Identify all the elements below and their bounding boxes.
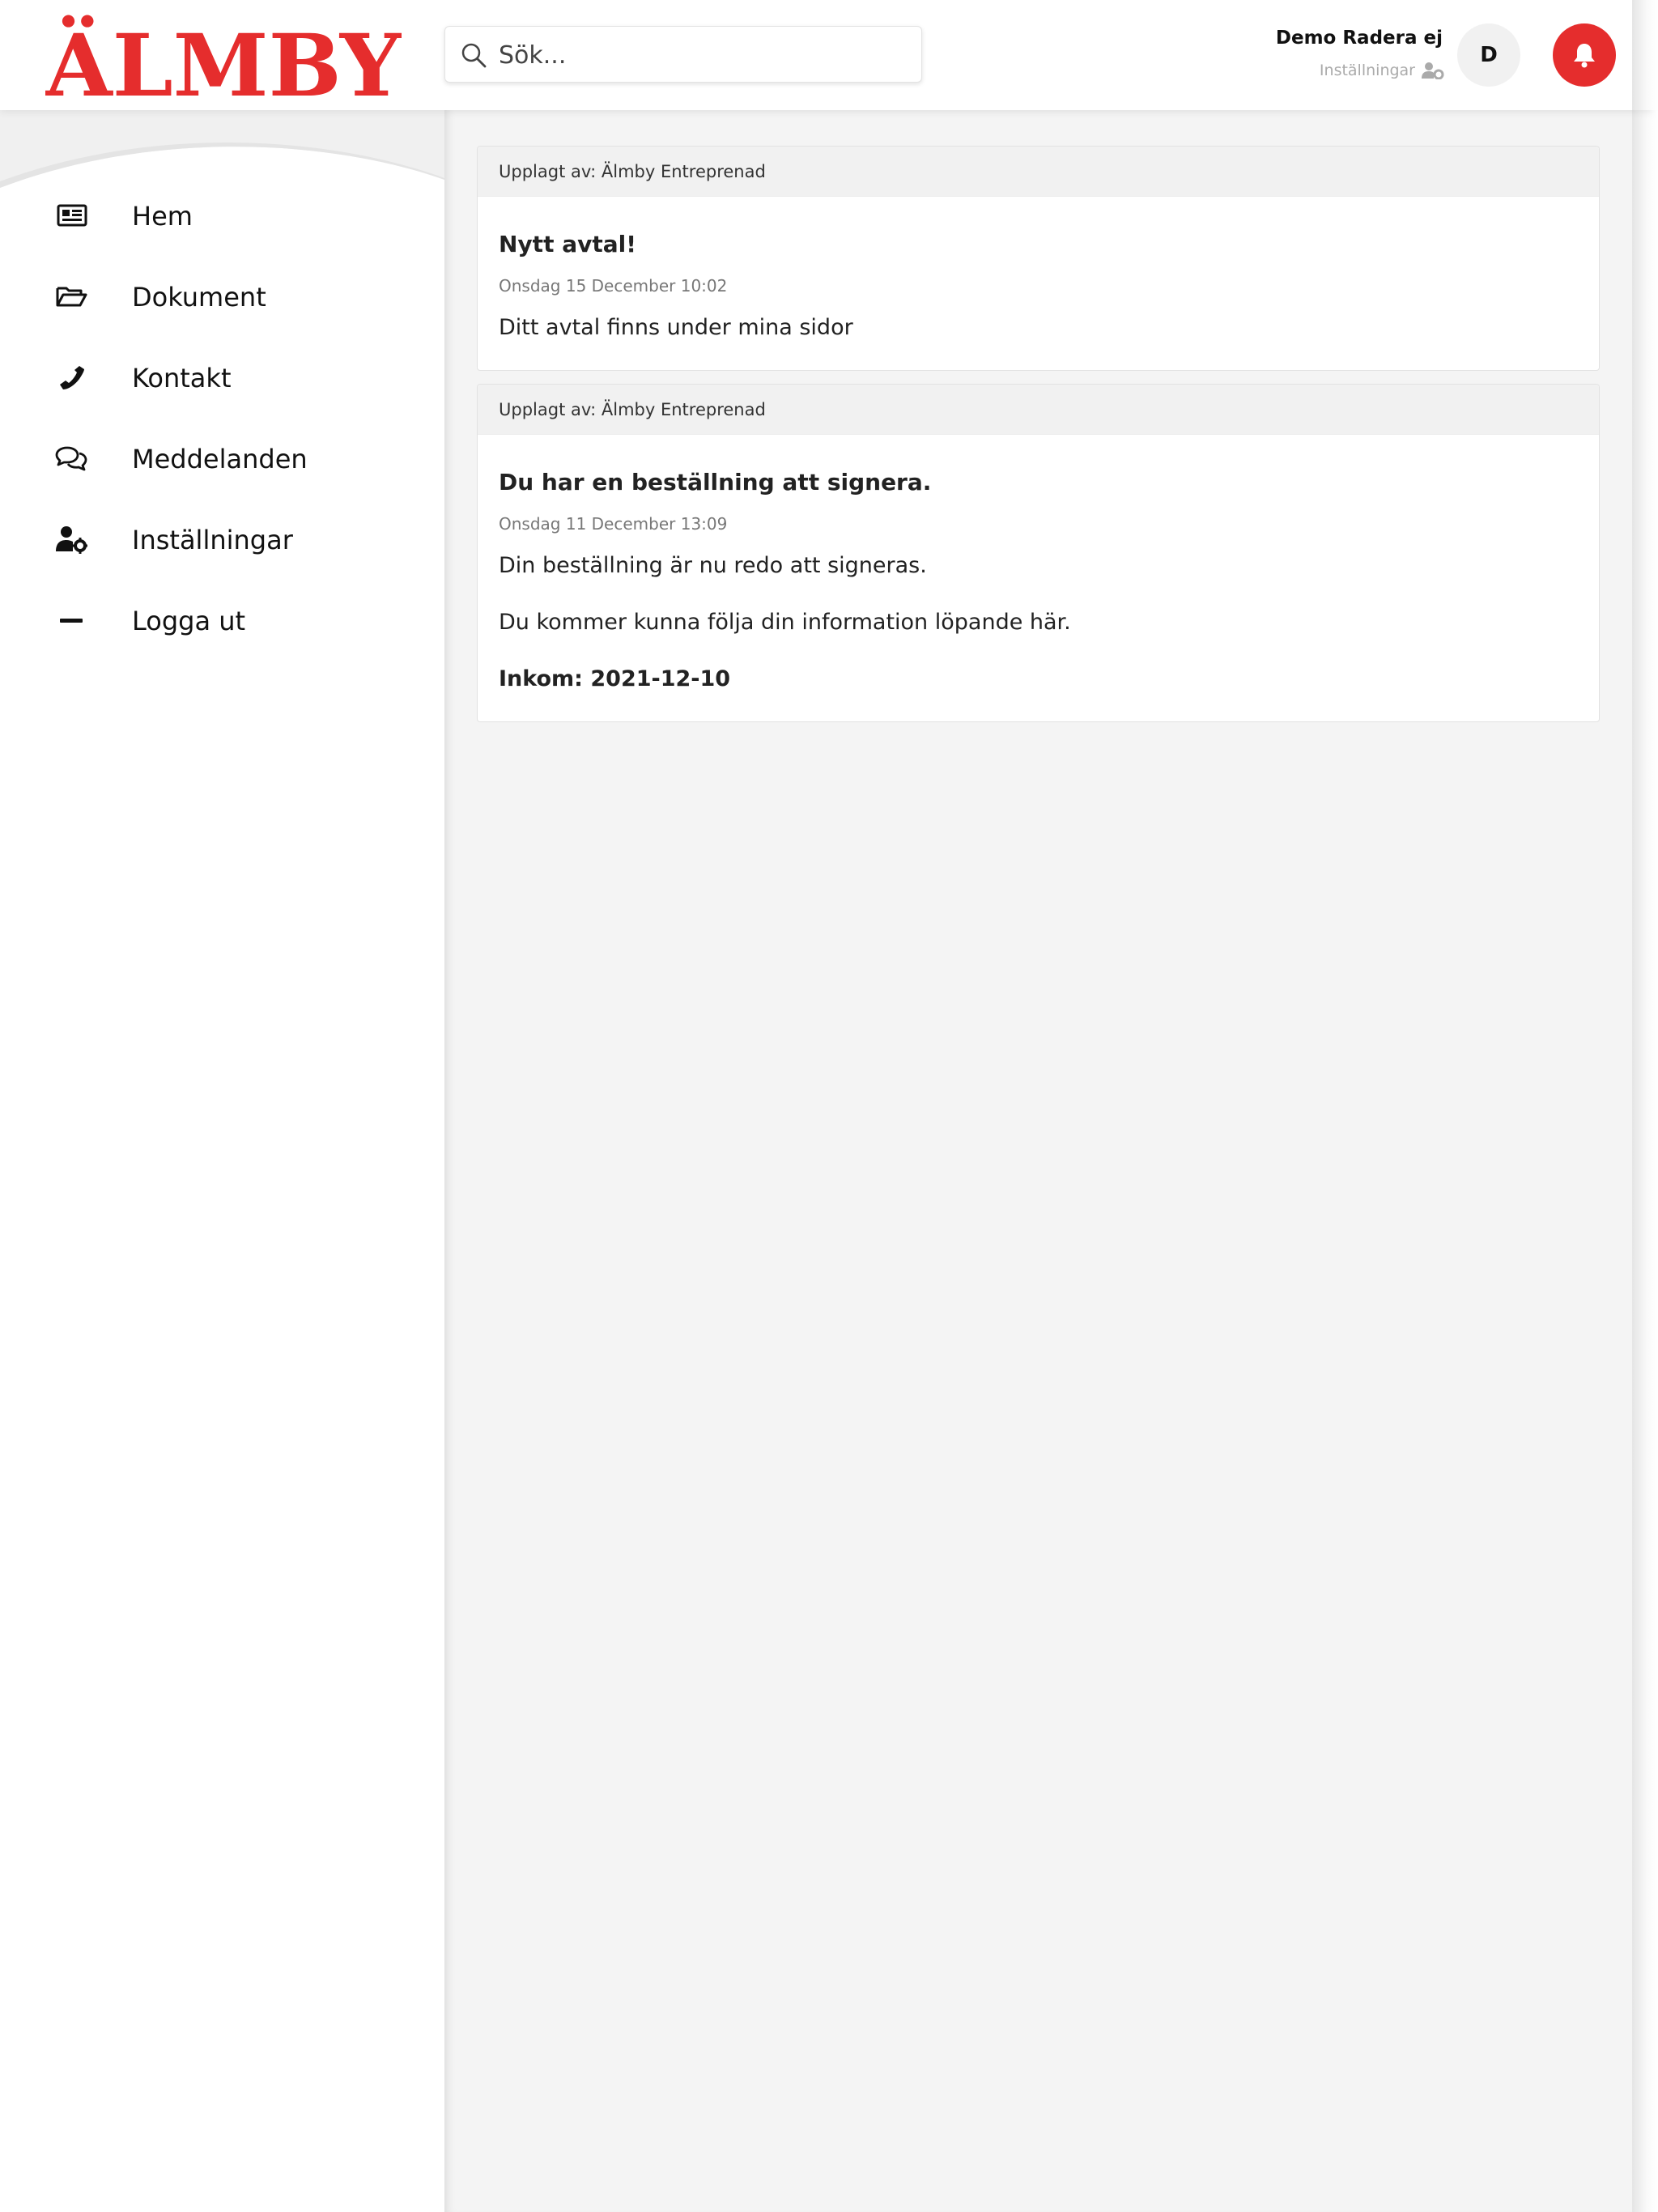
sidebar-item-label: Hem xyxy=(132,201,193,232)
search-input[interactable] xyxy=(497,27,905,83)
sidebar-item-meddelanden[interactable]: Meddelanden xyxy=(0,426,444,491)
user-settings-link[interactable]: Inställningar xyxy=(1319,62,1444,79)
comments-icon xyxy=(55,446,87,471)
phone-icon xyxy=(60,366,84,389)
sidebar-wave-decoration xyxy=(0,110,444,188)
post-author: Upplagt av: Älmby Entreprenad xyxy=(478,385,1599,435)
sidebar-item-label: Dokument xyxy=(132,282,266,313)
post-card: Upplagt av: Älmby Entreprenad Du har en … xyxy=(477,384,1600,722)
sidebar-item-hem[interactable]: Hem xyxy=(0,183,444,248)
sidebar-item-label: Inställningar xyxy=(132,525,293,555)
newspaper-icon xyxy=(57,204,87,227)
notifications-button[interactable] xyxy=(1553,23,1616,87)
sidebar-item-label: Logga ut xyxy=(132,606,246,636)
post-date: Onsdag 15 December 10:02 xyxy=(499,276,728,296)
sidebar-item-dokument[interactable]: Dokument xyxy=(0,264,444,329)
sidebar: Hem Dokument Kontakt Meddelanden Inställ… xyxy=(0,110,444,2212)
sidebar-item-label: Meddelanden xyxy=(132,444,308,474)
search-box[interactable] xyxy=(444,26,922,83)
post-text: Ditt avtal finns under mina sidor xyxy=(499,315,853,340)
logo-text: ÄLMBY xyxy=(45,15,402,99)
sidebar-item-kontakt[interactable]: Kontakt xyxy=(0,345,444,410)
post-title: Nytt avtal! xyxy=(499,231,636,257)
user-gear-icon xyxy=(56,526,87,554)
page-right-edge-shadow xyxy=(1632,0,1658,2212)
post-date: Onsdag 11 December 13:09 xyxy=(499,514,728,534)
minus-icon xyxy=(60,619,83,623)
post-title: Du har en beställning att signera. xyxy=(499,469,932,496)
main-content: Upplagt av: Älmby Entreprenad Nytt avtal… xyxy=(444,110,1632,2212)
post-author: Upplagt av: Älmby Entreprenad xyxy=(478,147,1599,197)
post-text: Din beställning är nu redo att signeras. xyxy=(499,553,927,578)
sidebar-item-label: Kontakt xyxy=(132,363,232,393)
sidebar-item-installningar[interactable]: Inställningar xyxy=(0,507,444,572)
user-name[interactable]: Demo Radera ej xyxy=(1276,28,1443,49)
post-text: Du kommer kunna följa din information lö… xyxy=(499,610,1071,635)
sidebar-item-logga-ut[interactable]: Logga ut xyxy=(0,588,444,653)
bell-icon xyxy=(1574,44,1595,68)
user-settings-label: Inställningar xyxy=(1319,62,1415,79)
almby-logo[interactable]: ÄLMBY xyxy=(45,15,402,99)
top-header: ÄLMBY Demo Radera ej Inställningar D xyxy=(0,0,1658,110)
post-card: Upplagt av: Älmby Entreprenad Nytt avtal… xyxy=(477,146,1600,371)
avatar[interactable]: D xyxy=(1457,23,1520,87)
post-received-date: Inkom: 2021-12-10 xyxy=(499,666,731,691)
folder-open-icon xyxy=(56,287,87,307)
search-icon xyxy=(461,43,487,68)
user-gear-icon xyxy=(1422,62,1444,79)
